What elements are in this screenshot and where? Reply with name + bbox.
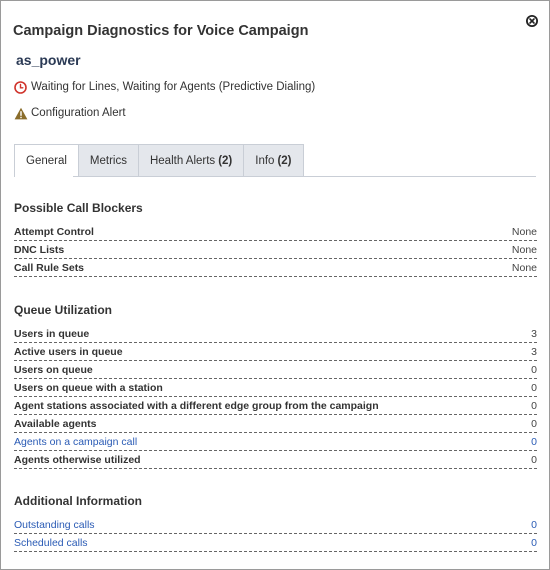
additional-info-title: Additional Information: [14, 494, 142, 508]
tab-info-label: Info: [255, 154, 275, 167]
row-label: Users on queue: [14, 363, 93, 376]
row-value: 0: [531, 453, 537, 466]
row-label: Call Rule Sets: [14, 261, 85, 274]
tab-general-label: General: [26, 154, 67, 167]
row-value: 3: [531, 345, 537, 358]
row-label: Attempt Control: [14, 225, 94, 238]
campaign-diagnostics-panel: Campaign Diagnostics for Voice Campaign …: [0, 0, 550, 570]
campaign-name: as_power: [16, 52, 81, 68]
tab-health-alerts-count: (2): [218, 154, 233, 167]
scheduled-calls-link[interactable]: Scheduled calls 0: [14, 534, 537, 552]
row-value: 0: [531, 399, 537, 412]
row-value: 0: [531, 417, 537, 430]
tab-metrics-label: Metrics: [89, 154, 127, 167]
list-item: Users on queue with a station 0: [14, 379, 537, 397]
call-blockers-title: Possible Call Blockers: [14, 201, 143, 215]
tab-metrics[interactable]: Metrics: [78, 144, 139, 177]
warning-icon: [14, 107, 28, 120]
tab-general[interactable]: General: [14, 144, 79, 177]
list-item: Active users in queue 3: [14, 343, 537, 361]
row-label[interactable]: Scheduled calls: [14, 537, 88, 549]
tab-health-alerts-label: Health Alerts: [149, 154, 216, 167]
tab-info-count: (2): [277, 154, 292, 167]
list-item: DNC Lists None: [14, 241, 537, 259]
row-label[interactable]: Agents on a campaign call: [14, 436, 137, 448]
row-value[interactable]: 0: [531, 537, 537, 549]
list-item: Users on queue 0: [14, 361, 537, 379]
row-label: Users on queue with a station: [14, 381, 163, 394]
list-item: Available agents 0: [14, 415, 537, 433]
tab-info[interactable]: Info (2): [244, 144, 304, 177]
queue-utilization-title: Queue Utilization: [14, 303, 113, 317]
row-label[interactable]: Outstanding calls: [14, 519, 95, 531]
row-value: None: [511, 243, 537, 256]
list-item: Attempt Control None: [14, 223, 537, 241]
row-label: Users in queue: [14, 327, 90, 340]
row-value: None: [511, 225, 537, 238]
queue-utilization-list: Users in queue 3 Active users in queue 3…: [14, 325, 537, 469]
row-value: None: [511, 261, 537, 274]
row-label: Agents otherwise utilized: [14, 453, 141, 466]
agents-on-campaign-call-link[interactable]: Agents on a campaign call 0: [14, 433, 537, 451]
row-label: Available agents: [14, 417, 97, 430]
row-label: Active users in queue: [14, 345, 123, 358]
call-blockers-list: Attempt Control None DNC Lists None Call…: [14, 223, 537, 277]
tab-health-alerts[interactable]: Health Alerts (2): [138, 144, 245, 177]
row-label: DNC Lists: [14, 243, 65, 256]
row-value[interactable]: 0: [531, 519, 537, 531]
list-item: Agents otherwise utilized 0: [14, 451, 537, 469]
list-item: Users in queue 3: [14, 325, 537, 343]
close-icon[interactable]: [525, 14, 539, 28]
clock-icon: [14, 80, 27, 94]
tabs-divider: [14, 176, 536, 177]
additional-info-list: Outstanding calls 0 Scheduled calls 0: [14, 516, 537, 552]
list-item: Call Rule Sets None: [14, 259, 537, 277]
outstanding-calls-link[interactable]: Outstanding calls 0: [14, 516, 537, 534]
row-value: 3: [531, 327, 537, 340]
row-value[interactable]: 0: [531, 436, 537, 448]
row-value: 0: [531, 363, 537, 376]
diagnostics-tabs: General Metrics Health Alerts (2) Info (…: [14, 144, 304, 177]
row-value: 0: [531, 381, 537, 394]
list-item: Agent stations associated with a differe…: [14, 397, 537, 415]
dialing-status: Waiting for Lines, Waiting for Agents (P…: [14, 79, 315, 95]
configuration-alert: Configuration Alert: [14, 105, 126, 121]
configuration-alert-text: Configuration Alert: [31, 107, 126, 119]
dialing-status-text: Waiting for Lines, Waiting for Agents (P…: [31, 81, 316, 93]
row-label: Agent stations associated with a differe…: [14, 399, 379, 412]
panel-title: Campaign Diagnostics for Voice Campaign: [13, 23, 309, 39]
